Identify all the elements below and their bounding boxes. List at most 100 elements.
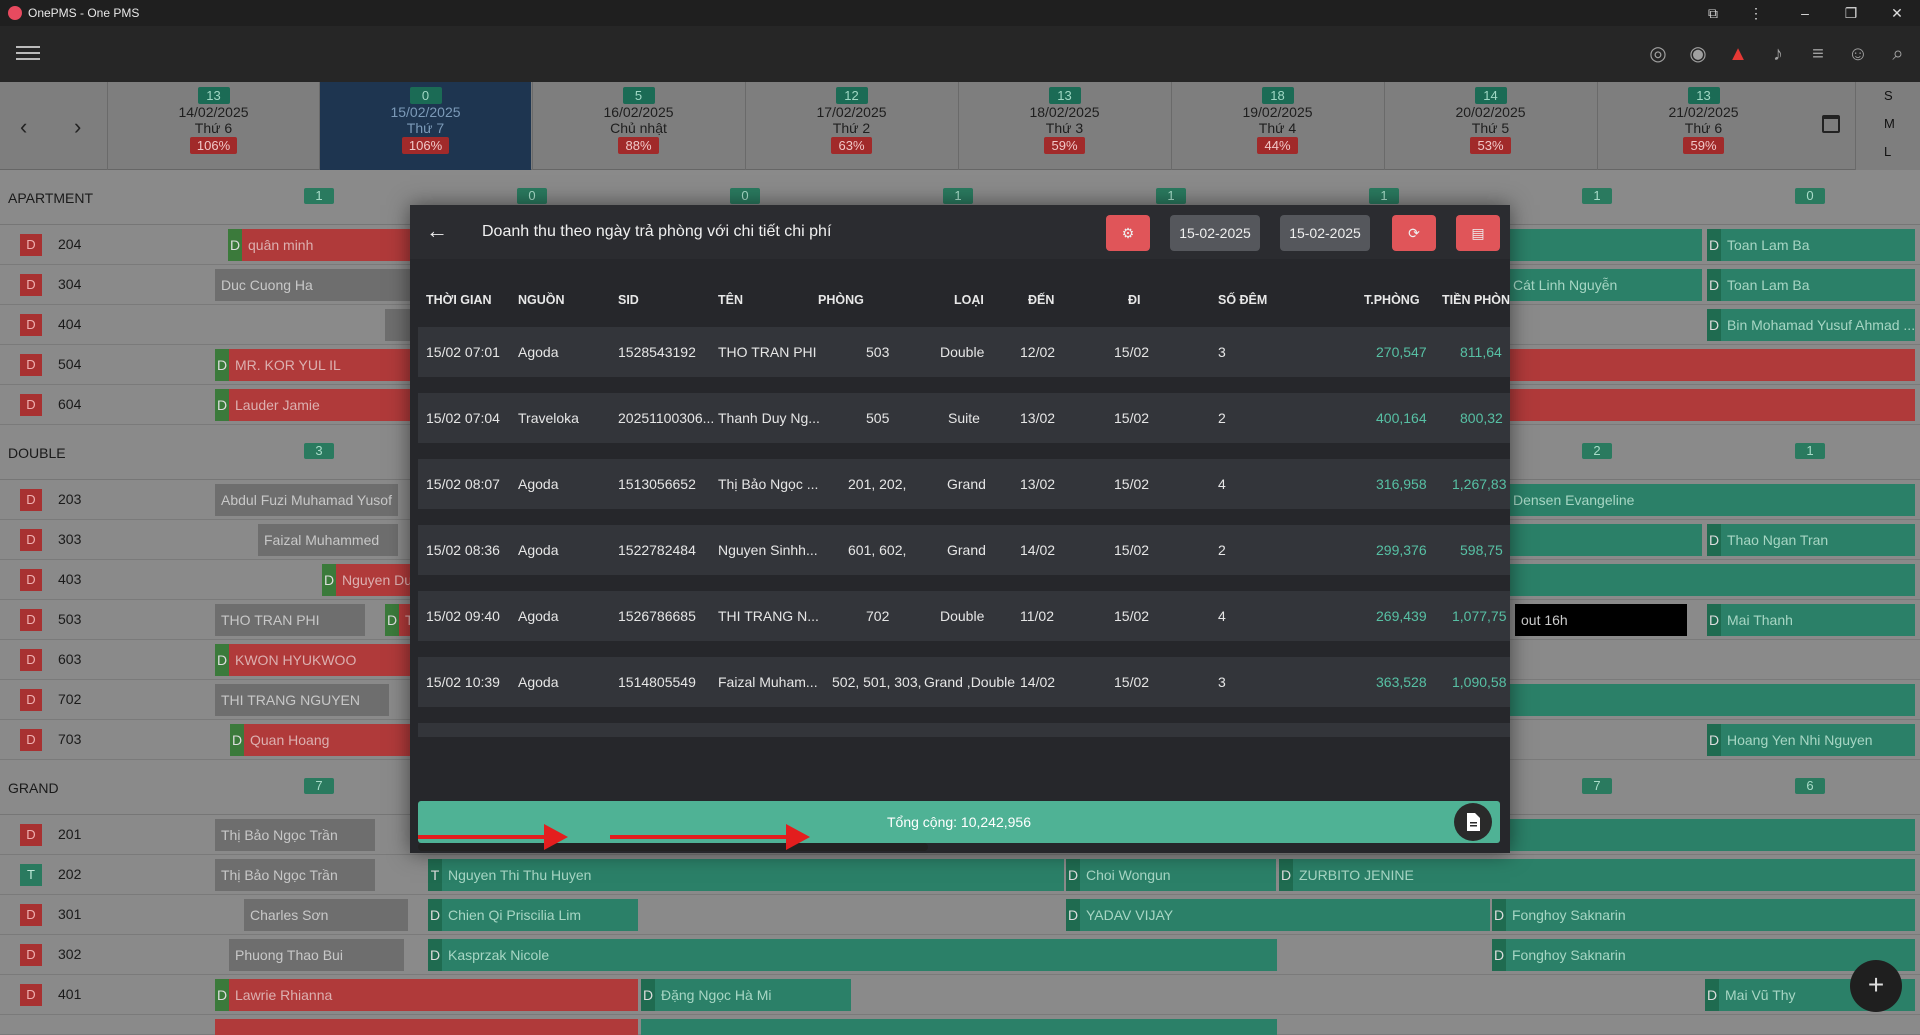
booking-bar[interactable]: Duc Cuong Ha (215, 269, 415, 301)
calendar-icon[interactable] (1822, 115, 1840, 133)
booking-bar[interactable]: D Đặng Ngọc Hà Mi (641, 979, 851, 1011)
prev-arrow-icon[interactable]: ‹ (20, 114, 27, 140)
booking-bar[interactable] (1500, 349, 1915, 381)
add-user-icon[interactable]: ☺ (1844, 40, 1872, 68)
horizontal-scrollbar[interactable] (418, 843, 928, 851)
booking-bar[interactable]: D Lauder Jamie (215, 389, 415, 421)
booking-bar[interactable]: Thị Bảo Ngọc Trần (215, 859, 375, 891)
booking-bar[interactable]: THI TRANG NGUYEN (215, 684, 389, 716)
booking-bar[interactable]: D YADAV VIJAY (1066, 899, 1490, 931)
booking-bar[interactable]: Cát Linh Nguyễn (1507, 269, 1702, 301)
booking-bar[interactable]: Faizal Muhammed (258, 524, 398, 556)
table-row[interactable]: 15/02 08:07 Agoda 1513056652 Thị Bảo Ngọc .… (418, 459, 1510, 509)
booking-bar[interactable] (1500, 819, 1915, 851)
minimize-button[interactable]: – (1782, 0, 1828, 26)
settings-gear-icon[interactable]: ⚙ (1106, 215, 1150, 251)
type-count: 0 (1795, 188, 1825, 204)
day-column[interactable]: 13 14/02/2025 Thứ 6 106% (107, 82, 319, 170)
booking-bar[interactable]: D Kasprzak Nicole (428, 939, 1277, 971)
restore-button[interactable]: ❐ (1828, 0, 1874, 26)
room-number: 604 (58, 396, 82, 412)
table-row[interactable]: 15/02 10:39 Agoda 1514805549 Faizal Muham..… (418, 657, 1510, 707)
next-arrow-icon[interactable]: › (74, 114, 81, 140)
booking-bar[interactable]: D Nguyen Du (322, 564, 415, 596)
table-row[interactable]: 15/02 07:01 Agoda 1528543192 THO TRAN PHI 50… (418, 327, 1510, 377)
table-row[interactable]: 15/02 09:40 Agoda 1526786685 THI TRANG N...… (418, 591, 1510, 641)
table-row[interactable]: 15/02 07:04 Traveloka 20251100306... Thanh … (418, 393, 1510, 443)
booking-bar[interactable] (1500, 389, 1915, 421)
booking-bar[interactable]: D Bin Mohamad Yusuf Ahmad ... (1707, 309, 1915, 341)
list-icon[interactable]: ≡ (1804, 40, 1832, 68)
day-column[interactable]: 13 21/02/2025 Thứ 6 59% (1597, 82, 1809, 170)
revenue-report-modal: ← Doanh thu theo ngày trả phòng với chi … (410, 205, 1510, 853)
export-pdf-icon[interactable]: ▤ (1456, 215, 1500, 251)
booking-bar[interactable] (1500, 564, 1915, 596)
day-occupancy: 53% (1470, 137, 1511, 154)
day-column[interactable]: 12 17/02/2025 Thứ 2 63% (745, 82, 957, 170)
booking-bar[interactable]: Thị Bảo Ngọc Trần (215, 819, 375, 851)
type-count: 3 (304, 443, 334, 459)
booking-bar[interactable]: Phuong Thao Bui (229, 939, 404, 971)
date-to-field[interactable]: 15-02-2025 (1280, 215, 1370, 251)
type-count: 1 (304, 188, 334, 204)
day-count: 14 (1474, 87, 1507, 104)
booking-bar[interactable]: Abdul Fuzi Muhamad Yusof (215, 484, 398, 516)
modal-title: Doanh thu theo ngày trả phòng với chi ti… (482, 223, 832, 240)
booking-bar[interactable]: D Fonghoy Saknarin (1492, 939, 1915, 971)
booking-bar[interactable]: Dquân minh (228, 229, 418, 261)
size-option-l[interactable]: L (1884, 144, 1891, 159)
booking-bar[interactable]: D Choi Wongun (1066, 859, 1276, 891)
booking-bar[interactable]: out 16h (1515, 604, 1687, 636)
booking-bar[interactable]: D MR. KOR YUL IL (215, 349, 415, 381)
room-status-badge: D (20, 274, 42, 296)
booking-bar[interactable]: D Quan Hoang (230, 724, 415, 756)
booking-bar[interactable] (641, 1019, 1277, 1035)
booking-bar[interactable] (1500, 524, 1702, 556)
room-status-badge: T (20, 864, 42, 886)
booking-bar[interactable]: D ZURBITO JENINE (1279, 859, 1915, 891)
back-arrow-icon[interactable]: ← (426, 218, 448, 244)
eye-icon[interactable]: ◉ (1684, 40, 1712, 68)
booking-bar[interactable]: Charles Sơn (244, 899, 408, 931)
size-option-m[interactable]: M (1884, 116, 1895, 131)
size-option-s[interactable]: S (1884, 88, 1893, 103)
document-icon[interactable] (1454, 803, 1492, 841)
table-row[interactable]: 15/02 08:36 Agoda 1522782484 Nguyen Sinhh..… (418, 525, 1510, 575)
more-options-icon[interactable]: ⋮ (1733, 0, 1779, 26)
bell-icon[interactable]: ♪ (1764, 40, 1792, 68)
booking-bar[interactable]: D Toan Lam Ba (1707, 269, 1915, 301)
booking-bar[interactable]: D Fonghoy Saknarin (1492, 899, 1915, 931)
booking-bar[interactable]: Densen Evangeline (1507, 484, 1915, 516)
booking-bar[interactable] (1500, 684, 1915, 716)
date-from-field[interactable]: 15-02-2025 (1170, 215, 1260, 251)
booking-bar[interactable]: D Mai Thanh (1707, 604, 1915, 636)
menu-icon[interactable] (16, 42, 40, 66)
booking-bar[interactable]: T Nguyen Thi Thu Huyen (428, 859, 1064, 891)
booking-bar[interactable]: D Lawrie Rhianna (215, 979, 638, 1011)
booking-bar[interactable]: D Chien Qi Priscilia Lim (428, 899, 638, 931)
room-number: 503 (58, 611, 82, 627)
warning-icon[interactable]: ▲ (1724, 40, 1752, 68)
booking-bar[interactable]: D KWON HYUKWOO (215, 644, 415, 676)
day-date: 20/02/2025 (1455, 104, 1526, 120)
fingerprint-icon[interactable]: ◎ (1644, 40, 1672, 68)
refresh-icon[interactable]: ⟳ (1392, 215, 1436, 251)
booking-bar[interactable]: THO TRAN PHI (215, 604, 365, 636)
search-icon[interactable]: ⌕ (1884, 40, 1912, 68)
day-column[interactable]: 13 18/02/2025 Thứ 3 59% (958, 82, 1170, 170)
day-column[interactable]: 14 20/02/2025 Thứ 5 53% (1384, 82, 1596, 170)
booking-bar[interactable]: D Thao Ngan Tran (1707, 524, 1915, 556)
day-column[interactable]: 18 19/02/2025 Thứ 4 44% (1171, 82, 1383, 170)
close-window-button[interactable]: ✕ (1874, 0, 1920, 26)
day-column[interactable]: 5 16/02/2025 Chủ nhật 88% (532, 82, 744, 170)
booking-bar[interactable] (215, 1019, 638, 1035)
total-label: Tổng cộng: 10,242,956 (886, 814, 1031, 830)
add-booking-button[interactable]: + (1850, 960, 1902, 1012)
day-column-selected[interactable]: 0 15/02/2025 Thứ 7 106% (319, 82, 531, 170)
booking-bar[interactable]: D Toan Lam Ba (1707, 229, 1915, 261)
extension-icon[interactable]: ⧉ (1690, 0, 1736, 26)
type-count: 6 (1795, 778, 1825, 794)
booking-bar[interactable] (1500, 229, 1702, 261)
booking-bar[interactable]: D Hoang Yen Nhi Nguyen (1707, 724, 1915, 756)
room-number: 204 (58, 236, 82, 252)
